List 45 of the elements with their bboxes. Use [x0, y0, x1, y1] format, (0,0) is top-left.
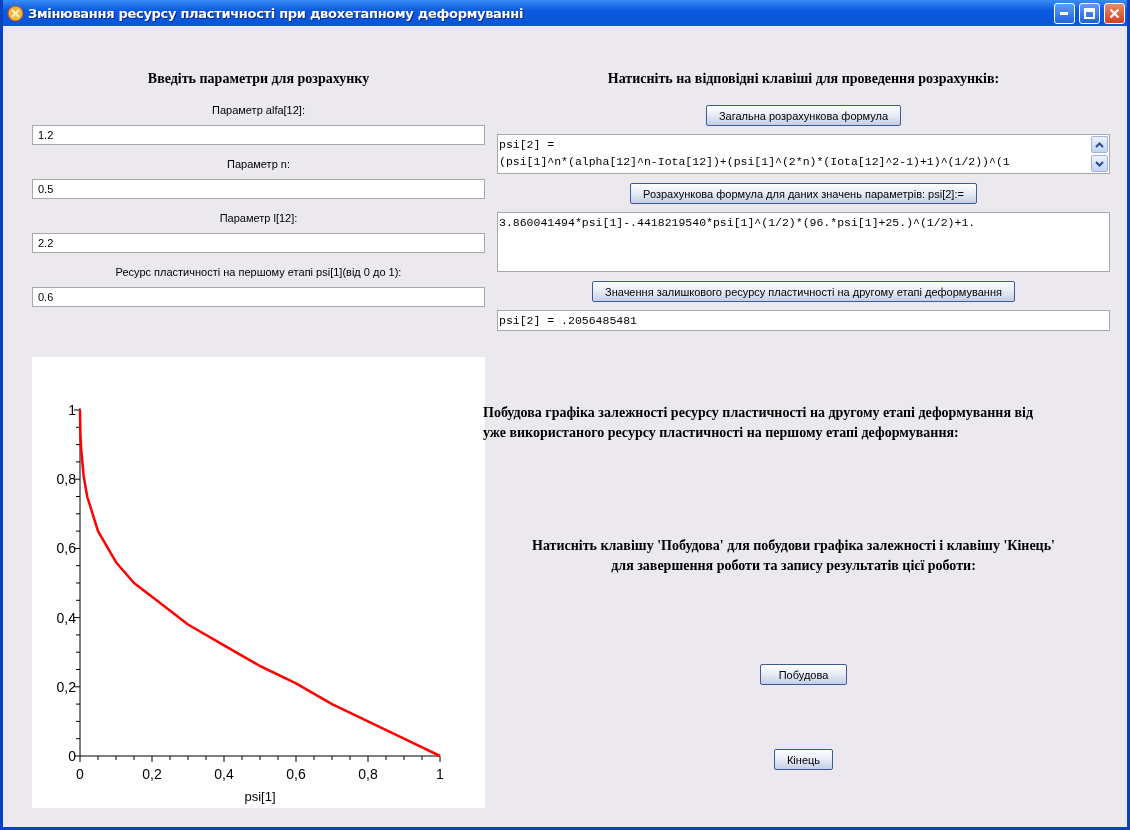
output-field[interactable]: psi[2] = .2056485481	[497, 310, 1110, 331]
x-tick-label: 0,4	[214, 766, 234, 782]
x-tick-label: 0,6	[286, 766, 306, 782]
plot-button[interactable]: Побудова	[759, 664, 848, 685]
field-label: Параметр l[12]:	[219, 212, 298, 224]
y-tick-label: 1	[68, 402, 76, 418]
x-tick-label: 0,8	[358, 766, 378, 782]
input-field[interactable]: 0.5	[32, 179, 485, 199]
close-button[interactable]	[1104, 2, 1125, 24]
y-tick-label: 0,2	[56, 678, 76, 695]
calculate-button[interactable]: Розрахункова формула для даних значень параметрів: psi[2]:=	[630, 183, 977, 204]
x-tick-label: 0,2	[142, 766, 162, 782]
minimize-button[interactable]	[1054, 2, 1075, 24]
app-icon	[7, 4, 24, 22]
field-label: Параметр alfa[12]:	[212, 104, 305, 116]
y-tick-label: 0,6	[56, 540, 76, 557]
output-field[interactable]: psi[2] = (psi[1]^n*(alpha[12]^n-Iota[12])+(psi[1]^(2*n)*(Iota[12]^2-1)+1)^(1/2))^(1	[497, 134, 1110, 174]
scroll-up-icon	[1095, 141, 1104, 148]
minimize-icon	[1060, 11, 1069, 15]
scroll-down-icon	[1095, 160, 1104, 167]
window-title: Змінювання ресурсу пластичності при двохетапному деформуванні	[28, 5, 525, 21]
scroll-up-button[interactable]	[1091, 136, 1108, 153]
y-tick-label: 0	[68, 748, 76, 764]
input-field[interactable]: 2.2	[32, 233, 485, 253]
y-tick-label: 0,8	[56, 471, 76, 488]
calculate-button[interactable]: Загальна розрахункова формула	[705, 105, 902, 126]
y-tick-label: 0,4	[56, 609, 76, 626]
maximize-button[interactable]	[1079, 2, 1100, 24]
calculate-button[interactable]: Значення залишкового ресурсу пластичності на другому етапі деформування	[592, 281, 1015, 302]
input-field[interactable]: 1.2	[32, 125, 485, 145]
section-heading: Побудова графіка залежності ресурсу пластичності на другому етапі деформування від уже використаного ресурсу пластичності на першому етапі деформування:	[483, 404, 1035, 442]
field-label: Ресурс пластичності на першому етапі psi[1](від 0 до 1):	[115, 266, 402, 278]
maximize-icon	[1084, 7, 1095, 19]
output-field[interactable]: 3.860041494*psi[1]-.4418219540*psi[1]^(1/2)*(96.*psi[1]+25.)^(1/2)+1.	[497, 212, 1110, 272]
close-icon	[1109, 7, 1120, 19]
field-label: Параметр n:	[227, 158, 290, 170]
instruction-text: Натисніть клавішу 'Побудова' для побудови графіка залежності і клавішу 'Кінець' для завершення роботи та запису результатів цієї роботи:	[531, 537, 1056, 575]
scroll-down-button[interactable]	[1091, 155, 1108, 172]
x-tick-label: 1	[436, 766, 444, 782]
finish-button[interactable]: Кінець	[773, 749, 834, 770]
x-axis-title: psi[1]	[244, 789, 276, 804]
section-heading: Введіть параметри для розрахунку	[147, 71, 370, 87]
input-field[interactable]: 0.6	[32, 287, 485, 307]
section-heading: Натисніть на відповідні клавіші для проведення розрахунків:	[607, 71, 1000, 87]
x-tick-label: 0	[76, 766, 84, 782]
